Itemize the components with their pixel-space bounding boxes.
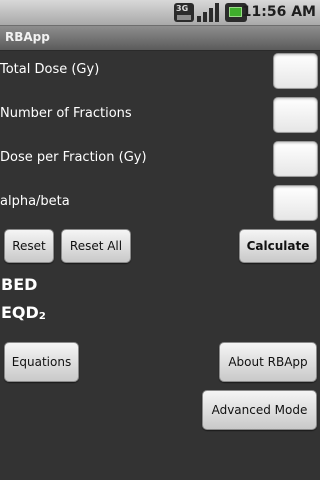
eqd-label: EQD bbox=[1, 303, 39, 322]
app-title: RBApp bbox=[5, 30, 50, 44]
bed-result: BED bbox=[1, 275, 37, 294]
eqd-subscript: 2 bbox=[38, 311, 46, 322]
calculate-button[interactable]: Calculate bbox=[239, 229, 317, 263]
bed-label: BED bbox=[1, 275, 38, 294]
alpha-beta-field[interactable] bbox=[273, 185, 318, 221]
status-time: 11:56 AM bbox=[241, 4, 316, 20]
total-dose-label: Total Dose (Gy) bbox=[0, 62, 100, 77]
network-type-label: 3G bbox=[176, 4, 189, 13]
alpha-beta-label: alpha/beta bbox=[0, 194, 70, 209]
dose-per-fraction-label: Dose per Fraction (Gy) bbox=[0, 150, 147, 165]
signal-strength-icon bbox=[197, 3, 221, 22]
reset-all-button[interactable]: Reset All bbox=[61, 229, 131, 263]
reset-button[interactable]: Reset bbox=[4, 229, 54, 263]
equations-button[interactable]: Equations bbox=[4, 342, 79, 382]
number-of-fractions-field[interactable] bbox=[273, 97, 318, 133]
about-button[interactable]: About RBApp bbox=[219, 342, 317, 382]
total-dose-field[interactable] bbox=[273, 53, 318, 89]
network-3g-icon: 3G bbox=[174, 3, 194, 22]
app-title-bar: RBApp bbox=[0, 26, 320, 51]
status-bar: 3G 11:56 AM bbox=[0, 0, 320, 26]
dose-per-fraction-field[interactable] bbox=[273, 141, 318, 177]
advanced-mode-button[interactable]: Advanced Mode bbox=[202, 390, 317, 430]
number-of-fractions-label: Number of Fractions bbox=[0, 106, 132, 121]
eqd2-result: EQD2 bbox=[1, 303, 46, 322]
